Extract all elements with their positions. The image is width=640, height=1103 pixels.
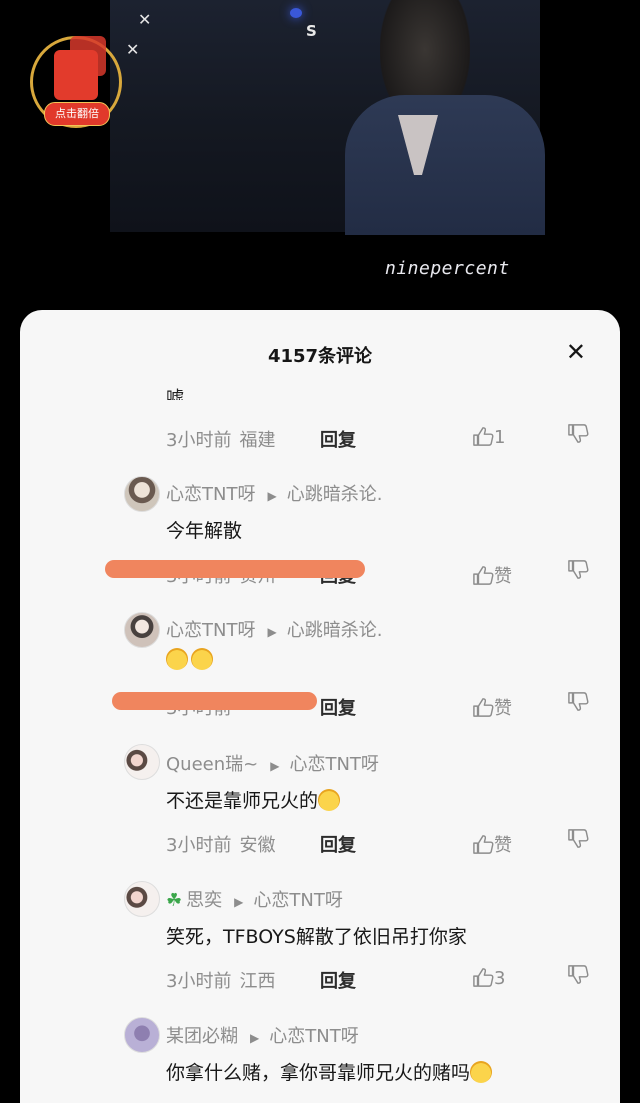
like-button[interactable]: 1 — [472, 426, 505, 448]
comment-meta: 3小时前 安徽 — [166, 831, 275, 857]
reply-button[interactable]: 回复 — [320, 426, 356, 452]
close-icon[interactable]: ✕ — [126, 40, 139, 59]
video-frame: S — [110, 0, 545, 235]
reply-arrow-icon: ▶ — [234, 895, 244, 909]
thumb-down-icon — [568, 424, 589, 443]
laughing-emoji-icon — [166, 648, 188, 670]
red-packet-label[interactable]: 点击翻倍 — [44, 102, 110, 126]
thumb-up-icon — [473, 698, 494, 717]
comment-author-line: Queen瑞~ ▶ 心恋TNT呀 — [166, 750, 379, 776]
laughing-emoji-icon — [191, 648, 213, 670]
comment-count-title: 4157条评论 — [267, 346, 373, 367]
comment-location: 江西 — [239, 971, 276, 992]
dislike-button[interactable] — [567, 692, 589, 713]
partial-comment-text: 嘘 — [166, 388, 184, 400]
comment-emoji-text — [166, 648, 216, 671]
reply-target[interactable]: 心恋TNT呀 — [253, 890, 342, 911]
thumb-down-icon — [568, 965, 589, 984]
avatar[interactable] — [124, 476, 160, 512]
avatar[interactable] — [124, 881, 160, 917]
comment-author[interactable]: 某团必糊 — [166, 1026, 238, 1047]
stage-light — [290, 8, 302, 18]
reply-target[interactable]: 心跳暗杀论. — [287, 484, 383, 505]
thumb-up-icon — [473, 835, 494, 854]
thumb-down-icon — [568, 560, 589, 579]
avatar[interactable] — [124, 1017, 160, 1053]
comment-time: 3小时前 — [166, 971, 232, 992]
reply-arrow-icon: ▶ — [267, 489, 277, 503]
comment-text-line: 不还是靠师兄火的 — [166, 786, 343, 813]
comment-author[interactable]: 心恋TNT呀 — [166, 484, 255, 505]
comment-text: 不还是靠师兄火的 — [166, 790, 319, 812]
comment-location: 安徽 — [239, 835, 276, 856]
reply-arrow-icon: ▶ — [270, 759, 280, 773]
comment-author-line: 心恋TNT呀 ▶ 心跳暗杀论. — [166, 616, 382, 642]
comment-sheet: 4157条评论 ✕ 嘘 3小时前 福建 回复 1 心恋TNT呀 ▶ 心跳暗杀论. 今年… — [20, 310, 620, 1103]
reply-button[interactable]: 回复 — [320, 967, 356, 993]
clover-icon: ☘ — [166, 890, 183, 911]
thumb-down-icon — [568, 692, 589, 711]
comment-text: 今年解散 — [166, 520, 243, 542]
comment-text: 你拿什么赌，拿你哥靠师兄火的赌吗 — [166, 1062, 471, 1084]
comment-author-line: 心恋TNT呀 ▶ 心跳暗杀论. — [166, 480, 382, 506]
reply-arrow-icon: ▶ — [250, 1031, 260, 1045]
dislike-button[interactable] — [567, 560, 589, 581]
like-count: 赞 — [494, 566, 512, 587]
comment-sheet-header: 4157条评论 ✕ — [20, 310, 620, 400]
redaction-mark — [105, 560, 365, 578]
comment-time: 3小时前 — [166, 430, 232, 451]
thumb-up-icon — [473, 566, 494, 585]
dislike-button[interactable] — [567, 829, 589, 850]
reply-target[interactable]: 心恋TNT呀 — [289, 754, 378, 775]
comment-author-line: 某团必糊 ▶ 心恋TNT呀 — [166, 1022, 359, 1048]
comment-meta: 3小时前 江西 — [166, 967, 275, 993]
reply-arrow-icon: ▶ — [267, 625, 277, 639]
like-count: 赞 — [494, 835, 512, 856]
comment-author-line: ☘ 思奕 ▶ 心恋TNT呀 — [166, 886, 343, 912]
reply-target[interactable]: 心跳暗杀论. — [287, 620, 383, 641]
like-count: 3 — [494, 968, 506, 989]
thinking-emoji-icon — [318, 789, 341, 811]
thumb-down-icon — [568, 829, 589, 848]
comment-time: 3小时前 — [166, 835, 232, 856]
like-button[interactable]: 赞 — [472, 694, 512, 720]
comment-text-line: 你拿什么赌，拿你哥靠师兄火的赌吗 — [166, 1058, 495, 1085]
comment-author[interactable]: Queen瑞~ — [166, 754, 258, 775]
comment-meta: 3小时前 福建 — [166, 426, 275, 452]
stage-sign: S — [306, 22, 317, 40]
like-count: 赞 — [494, 698, 512, 719]
redaction-mark — [112, 692, 317, 710]
thumb-up-icon — [473, 427, 494, 446]
close-icon[interactable]: ✕ — [138, 10, 151, 29]
avatar[interactable] — [124, 744, 160, 780]
close-icon[interactable]: ✕ — [566, 338, 586, 366]
covering-mouth-emoji-icon — [470, 1061, 493, 1083]
reply-target[interactable]: 心恋TNT呀 — [269, 1026, 358, 1047]
like-button[interactable]: 3 — [472, 967, 505, 989]
comment-author[interactable]: 心恋TNT呀 — [166, 620, 255, 641]
reply-button[interactable]: 回复 — [320, 694, 356, 720]
avatar[interactable] — [124, 612, 160, 648]
reply-button[interactable]: 回复 — [320, 831, 356, 857]
like-count: 1 — [494, 427, 506, 448]
comment-location: 福建 — [239, 430, 276, 451]
like-button[interactable]: 赞 — [472, 562, 512, 588]
comment-author[interactable]: 思奕 — [186, 890, 222, 911]
dislike-button[interactable] — [567, 965, 589, 986]
dislike-button[interactable] — [567, 424, 589, 445]
red-packet-widget[interactable]: 点击翻倍 — [30, 36, 125, 131]
comment-text: 笑死，TFBOYS解散了依旧吊打你家 — [166, 926, 467, 948]
red-envelope-icon — [54, 50, 98, 100]
person-body — [345, 95, 545, 235]
like-button[interactable]: 赞 — [472, 831, 512, 857]
thumb-up-icon — [473, 968, 494, 987]
video-watermark: ninepercent — [385, 258, 510, 279]
